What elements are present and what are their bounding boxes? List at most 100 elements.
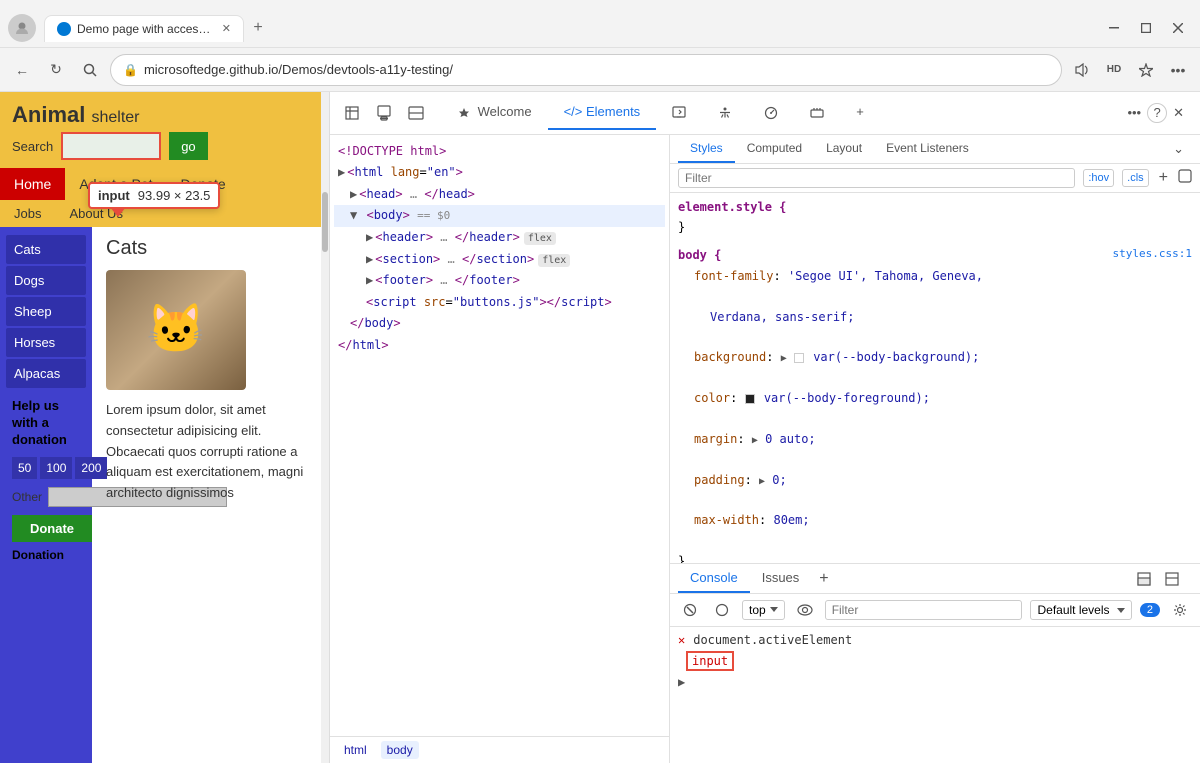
content-text: Lorem ipsum dolor, sit amet consectetur … [106, 400, 315, 504]
sidebar-link-cats[interactable]: Cats [6, 235, 86, 264]
font-family-cont: Verdana, sans-serif; [678, 307, 1192, 327]
console-clear-icon[interactable]: ✕ [678, 633, 685, 647]
tooltip-dims: 93.99 × 23.5 [138, 188, 211, 203]
tree-footer[interactable]: ▶<footer> … </footer> [334, 270, 665, 292]
chevron-down-icon[interactable]: ⌄ [1165, 141, 1192, 157]
tab-accessibility[interactable] [702, 96, 748, 130]
close-button[interactable] [1164, 14, 1192, 42]
reload-button[interactable]: ↻ [42, 56, 70, 84]
scroll-thumb[interactable] [322, 192, 328, 252]
styles-panel: Styles Computed Layout Event Listeners ⌄… [670, 135, 1200, 763]
tree-script[interactable]: <script src="buttons.js"></script> [334, 292, 665, 314]
search-input[interactable] [61, 132, 161, 160]
tab-memory[interactable] [794, 96, 840, 130]
tree-header[interactable]: ▶<header> … </header>flex [334, 227, 665, 249]
active-tab[interactable]: Demo page with accessibility iss... ✕ [44, 15, 244, 42]
sidebar-link-alpacas[interactable]: Alpacas [6, 359, 86, 388]
dock-console-button[interactable] [1132, 567, 1156, 591]
amt-50-button[interactable]: 50 [12, 457, 37, 479]
tab-elements[interactable]: </> Elements [548, 96, 657, 130]
styles-tab[interactable]: Styles [678, 135, 735, 163]
console-result-value: input [686, 651, 734, 671]
other-label: Other [12, 490, 42, 504]
clear-console-button[interactable] [678, 598, 702, 622]
issues-tab[interactable]: Issues [750, 564, 812, 593]
device-tool[interactable] [370, 99, 398, 127]
hd-button[interactable]: HD [1100, 56, 1128, 84]
sidebar-link-horses[interactable]: Horses [6, 328, 86, 357]
styles-sub-tabs: Styles Computed Layout Event Listeners ⌄ [670, 135, 1200, 164]
new-tab-button[interactable]: + [244, 14, 272, 42]
tree-html-close: </html> [334, 335, 665, 357]
add-rule-button[interactable]: + [1159, 169, 1168, 187]
tree-section[interactable]: ▶<section> … </section>flex [334, 249, 665, 271]
sidebar-link-dogs[interactable]: Dogs [6, 266, 86, 295]
color-swatch-foreground [745, 394, 755, 404]
profile-icon[interactable] [8, 14, 36, 42]
close-devtools-icon[interactable]: ✕ [1173, 105, 1184, 121]
hov-button[interactable]: :hov [1083, 169, 1114, 187]
more-options-icon[interactable]: ••• [1127, 105, 1141, 120]
body-rule: body { styles.css:1 font-family: 'Segoe … [678, 245, 1192, 563]
tab-welcome[interactable]: Welcome [442, 96, 548, 130]
level-selector[interactable]: Default levels [1030, 600, 1131, 620]
filter-console-button[interactable] [710, 598, 734, 622]
settings-button[interactable]: ••• [1164, 56, 1192, 84]
donation-footer: Donation [12, 548, 80, 562]
sidebar-link-sheep[interactable]: Sheep [6, 297, 86, 326]
go-button[interactable]: go [169, 132, 207, 160]
tree-body[interactable]: ▼ <body> == $0 [334, 205, 665, 227]
donate-button[interactable]: Donate [12, 515, 92, 542]
max-width-prop: max-width: 80em; [678, 510, 1192, 530]
breadcrumb-html[interactable]: html [338, 741, 373, 759]
site-body: Cats Dogs Sheep Horses Alpacas Help us w… [0, 227, 329, 763]
expand-console-button[interactable] [1160, 567, 1184, 591]
add-panel-button[interactable]: + [811, 566, 836, 592]
body-rule-selector: body { [678, 248, 721, 262]
tab-performance[interactable] [748, 96, 794, 130]
home-menu-item[interactable]: Home [0, 168, 65, 200]
help-icon[interactable]: ? [1147, 103, 1167, 123]
jobs-sub-item[interactable]: Jobs [0, 200, 55, 227]
refresh-button[interactable] [1178, 169, 1192, 186]
console-result: input [678, 649, 1192, 673]
computed-tab[interactable]: Computed [735, 135, 814, 163]
close-tab-icon[interactable]: ✕ [222, 22, 231, 35]
read-aloud-button[interactable] [1068, 56, 1096, 84]
favorites-button[interactable] [1132, 56, 1160, 84]
title-bar: Demo page with accessibility iss... ✕ + [0, 0, 1200, 48]
breadcrumb-body[interactable]: body [381, 741, 419, 759]
tree-head[interactable]: ▶<head> … </head> [334, 184, 665, 206]
lock-icon: 🔒 [123, 63, 138, 77]
inspect-tool[interactable] [338, 99, 366, 127]
console-tab[interactable]: Console [678, 564, 750, 593]
styles-filter-input[interactable] [678, 168, 1075, 188]
tree-html[interactable]: ▶<html lang="en"> [334, 162, 665, 184]
dock-tool[interactable] [402, 99, 430, 127]
cls-button[interactable]: .cls [1122, 169, 1149, 187]
console-content: ✕ document.activeElement input ▶ [670, 627, 1200, 763]
amt-100-button[interactable]: 100 [40, 457, 72, 479]
eye-button[interactable] [793, 598, 817, 622]
tabs-area: Demo page with accessibility iss... ✕ + [44, 14, 1092, 42]
address-bar[interactable]: 🔒 microsoftedge.github.io/Demos/devtools… [110, 54, 1062, 86]
body-rule-source[interactable]: styles.css:1 [1113, 245, 1192, 264]
expand-result-icon[interactable]: ▶ [678, 675, 685, 689]
console-area: Console Issues + [670, 563, 1200, 763]
cat-image [106, 270, 246, 390]
minimize-button[interactable] [1100, 14, 1128, 42]
context-selector[interactable]: top [742, 600, 785, 620]
tab-add[interactable]: + [840, 96, 880, 130]
layout-tab[interactable]: Layout [814, 135, 874, 163]
search-button[interactable] [76, 56, 104, 84]
devtools-toolbar: Welcome </> Elements [330, 92, 1200, 135]
tab-favicon [57, 22, 71, 36]
tab-emulation[interactable] [656, 96, 702, 130]
event-listeners-tab[interactable]: Event Listeners [874, 135, 981, 163]
site-panel: input 93.99 × 23.5 Animal shelter Search… [0, 92, 330, 763]
site-header: Animal shelter Search go [0, 92, 329, 168]
back-button[interactable]: ← [8, 56, 36, 84]
console-settings-button[interactable] [1168, 598, 1192, 622]
maximize-button[interactable] [1132, 14, 1160, 42]
console-filter-input[interactable] [825, 600, 1023, 620]
